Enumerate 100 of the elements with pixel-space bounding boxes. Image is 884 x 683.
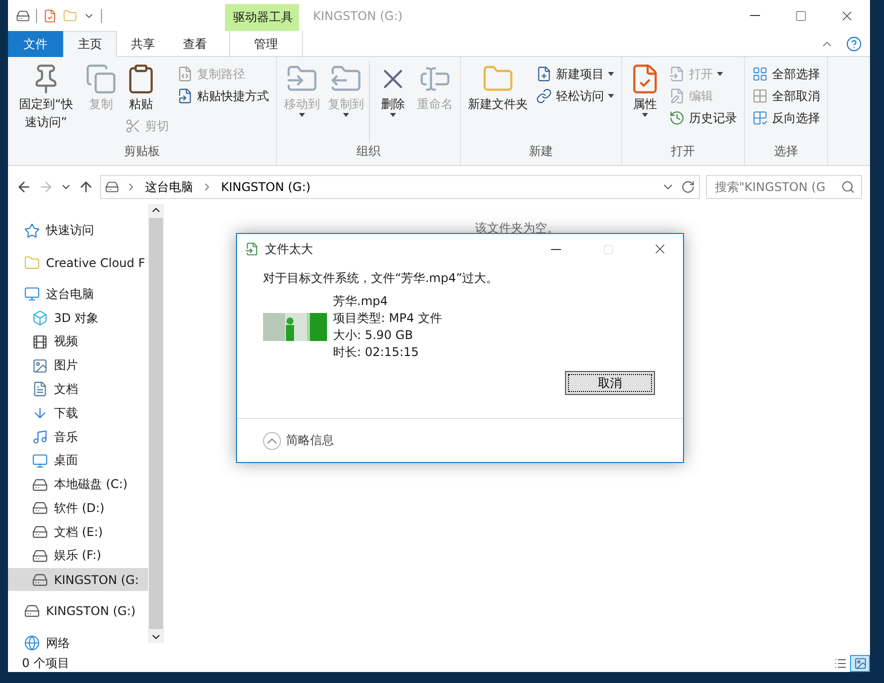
sidebar-item[interactable]: 视频: [8, 330, 148, 354]
ribbon-button[interactable]: 粘贴快捷方式: [174, 85, 272, 107]
image-icon: [32, 358, 48, 374]
sidebar-item[interactable]: 图片: [8, 354, 148, 378]
scissors-icon: [125, 118, 141, 134]
drive-icon: [32, 572, 48, 588]
shortcut-icon: [177, 88, 193, 104]
film-icon: [32, 334, 48, 350]
transfer-icon: [245, 242, 259, 256]
drive-icon: [24, 603, 40, 620]
sidebar-item[interactable]: 娱乐 (F:): [8, 544, 148, 568]
open-icon: [669, 66, 685, 82]
ribbon-button[interactable]: 属性: [626, 61, 664, 119]
large-icons-view-button[interactable]: [850, 655, 870, 672]
group-label: 选择: [773, 143, 799, 160]
window-title: KINGSTON (G:): [312, 8, 404, 24]
sidebar-item[interactable]: 软件 (D:): [8, 496, 148, 520]
drive-icon: [32, 476, 48, 493]
ribbon-button[interactable]: 新建项目: [533, 63, 617, 85]
drive-icon: [16, 8, 30, 22]
ribbon-tab[interactable]: 文件: [8, 31, 63, 57]
ribbon-tab[interactable]: 查看: [169, 31, 221, 57]
list-icon: [834, 657, 846, 670]
item-count: 0 个项目: [22, 655, 70, 672]
sidebar-item[interactable]: 文档: [8, 378, 148, 402]
cube-icon: [32, 310, 48, 326]
ribbon-tab[interactable]: 主页: [63, 31, 117, 57]
ribbon-button[interactable]: 历史记录: [666, 107, 740, 129]
maximize-icon: [602, 244, 614, 254]
ribbon-button[interactable]: 新建文件夹: [465, 61, 531, 115]
sidebar-item[interactable]: 音乐: [8, 425, 148, 449]
drive-icon: [32, 524, 48, 540]
ribbon-button[interactable]: 删除: [374, 61, 412, 119]
search-field[interactable]: 搜索"KINGSTON (G: [706, 175, 862, 199]
grid-icon: [752, 110, 768, 126]
grid-icon: [752, 66, 768, 82]
refresh-icon: [681, 180, 695, 194]
dialog-title: 文件太大: [265, 240, 314, 258]
sidebar-item[interactable]: 3D 对象: [8, 306, 148, 330]
minimize-icon: [750, 15, 760, 16]
group-label: 打开: [670, 143, 696, 160]
up-button[interactable]: [78, 179, 94, 195]
network-icon: [24, 635, 40, 652]
drive-icon: [105, 180, 119, 194]
folder-icon: [63, 8, 77, 22]
empty-message: 该文件夹为空。: [475, 220, 559, 236]
ribbon-tab[interactable]: 共享: [117, 31, 169, 57]
star-icon: [24, 222, 40, 239]
back-button[interactable]: [16, 179, 32, 195]
ribbon-button[interactable]: 轻松访问: [533, 85, 617, 107]
sidebar-item[interactable]: 网络: [8, 631, 148, 655]
image-icon: [854, 657, 866, 670]
ribbon-button[interactable]: 全部取消: [749, 85, 823, 107]
breadcrumb[interactable]: 这台电脑: [143, 178, 195, 196]
sidebar-item[interactable]: 桌面: [8, 448, 148, 473]
group-label: 剪贴板: [123, 143, 161, 160]
cancel-button[interactable]: 取消: [565, 371, 655, 395]
sidebar-item[interactable]: 文档 (E:): [8, 520, 148, 544]
path-icon: [177, 66, 193, 82]
address-bar[interactable]: 这台电脑 KINGSTON (G:): [100, 175, 700, 199]
group-label: 新建: [528, 143, 554, 160]
ribbon-button[interactable]: 全部选择: [749, 63, 823, 85]
sidebar-item[interactable]: 快速访问: [8, 219, 148, 243]
details-toggle[interactable]: 简略信息: [263, 432, 334, 450]
help-icon: [846, 36, 862, 52]
history-icon: [669, 110, 685, 126]
maximize-icon: [795, 10, 807, 22]
file-detail: 大小: 5.90 GB: [333, 327, 414, 344]
drive-icon: [32, 548, 48, 564]
scrollbar[interactable]: [148, 204, 164, 643]
sidebar-item[interactable]: 本地磁盘 (C:): [8, 472, 148, 496]
file-detail: 项目类型: MP4 文件: [333, 310, 442, 327]
properties-icon: [43, 8, 57, 22]
grid-icon: [752, 88, 768, 104]
music-icon: [32, 429, 48, 445]
drive-icon: [32, 500, 48, 516]
ribbon-button[interactable]: 反向选择: [749, 107, 823, 129]
folder-icon: [24, 254, 40, 271]
sidebar-item[interactable]: KINGSTON (G:): [8, 599, 148, 624]
file-detail: 时长: 02:15:15: [333, 344, 420, 361]
copy-icon: [85, 63, 117, 95]
new-item-icon: [536, 66, 552, 82]
group-label: 组织: [356, 143, 382, 160]
sidebar-item[interactable]: KINGSTON (G:: [8, 568, 148, 592]
sidebar-item[interactable]: 下载: [8, 401, 148, 426]
ribbon-button[interactable]: 粘贴: [122, 61, 160, 115]
desktop-icon: [32, 452, 48, 469]
breadcrumb[interactable]: KINGSTON (G:): [219, 180, 313, 194]
sidebar-item[interactable]: 这台电脑: [8, 282, 148, 306]
contextual-tab-header: 驱动器工具: [225, 4, 299, 31]
minimize-icon: [551, 248, 561, 250]
ribbon-button[interactable]: 固定到“快速访问”: [12, 61, 80, 133]
sidebar-item[interactable]: Creative Cloud F: [8, 250, 148, 275]
file-detail: 芳华.mp4: [333, 293, 389, 310]
easy-access-icon: [536, 88, 552, 104]
chevron-up-icon: [263, 432, 281, 450]
search-icon: [841, 180, 855, 194]
edit-icon: [669, 88, 685, 104]
dialog-message: 对于目标文件系统，文件“芳华.mp4”过大。: [263, 270, 500, 287]
monitor-icon: [24, 286, 40, 302]
